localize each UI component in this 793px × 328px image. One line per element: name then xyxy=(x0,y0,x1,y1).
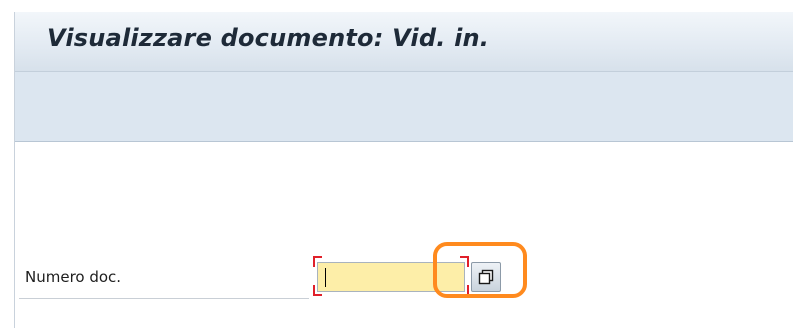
sap-screen: Visualizzare documento: Vid. in. Numero … xyxy=(14,12,793,328)
application-toolbar xyxy=(15,72,793,142)
text-caret xyxy=(325,268,326,287)
doc-number-row: Numero doc. xyxy=(15,242,793,302)
label-underline xyxy=(19,298,309,299)
highlight-annotation xyxy=(433,242,527,298)
doc-number-label: Numero doc. xyxy=(25,268,122,286)
title-bar: Visualizzare documento: Vid. in. xyxy=(15,12,793,72)
screen-title: Visualizzare documento: Vid. in. xyxy=(47,24,490,52)
